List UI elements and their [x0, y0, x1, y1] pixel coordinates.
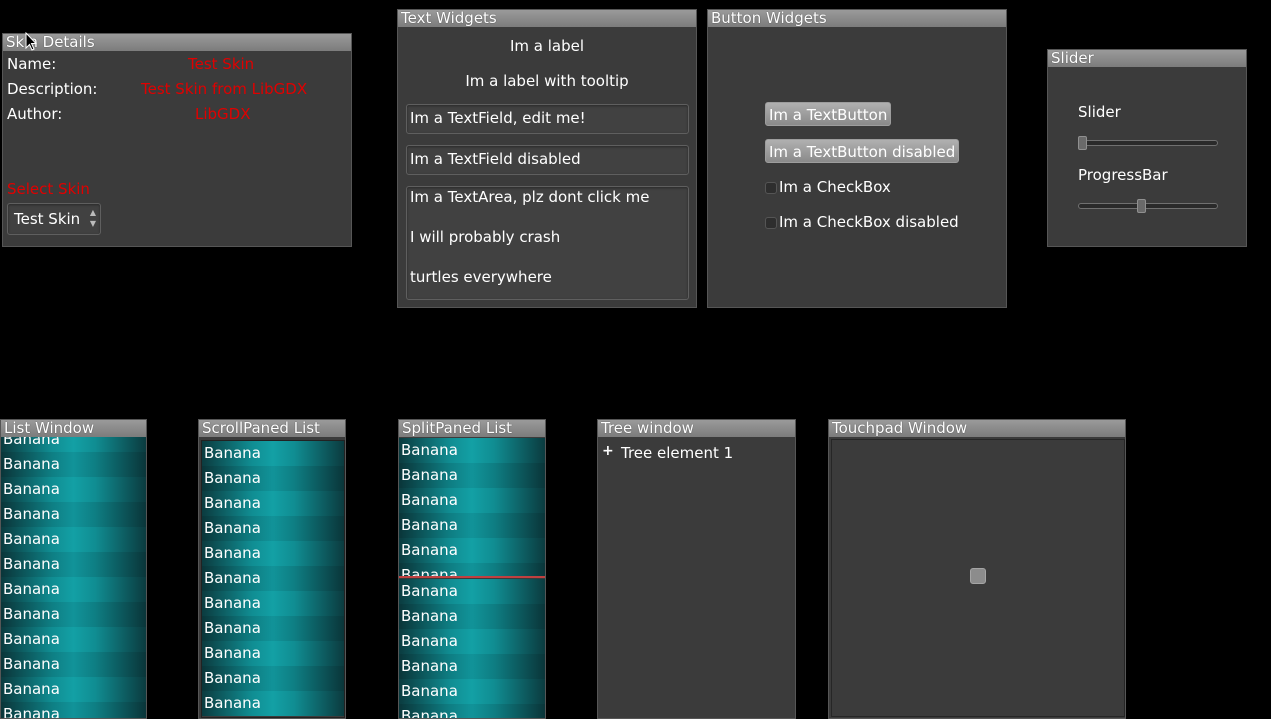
- tree-window-title[interactable]: Tree window: [598, 420, 795, 437]
- list-item[interactable]: Banana: [399, 563, 545, 576]
- touchpad-window-title[interactable]: Touchpad Window: [829, 420, 1125, 437]
- text-field[interactable]: Im a TextField, edit me!: [406, 104, 689, 134]
- checkbox-disabled-label: Im a CheckBox disabled: [779, 213, 959, 231]
- list-item[interactable]: Banana: [202, 566, 344, 591]
- touchpad[interactable]: [831, 439, 1125, 717]
- scrollpaned-list-window: ScrollPaned List Banana Banana Banana Banan…: [198, 419, 346, 719]
- list-window-title[interactable]: List Window: [1, 420, 146, 437]
- text-area-line: turtles everywhere: [410, 268, 552, 286]
- select-arrows-icon: ▲ ▼: [89, 208, 96, 228]
- slider-knob[interactable]: [1078, 136, 1087, 150]
- text-widgets-window: Text Widgets Im a label Im a label with …: [397, 9, 697, 308]
- list-item[interactable]: Banana: [1, 577, 146, 602]
- author-label: Author:: [7, 105, 63, 123]
- list-item[interactable]: Banana: [202, 441, 344, 466]
- progress-bar-track: [1078, 203, 1218, 209]
- list-item[interactable]: Banana: [399, 679, 545, 704]
- list-window-list[interactable]: Banana Banana Banana Banana Banana Banana Bana…: [1, 437, 146, 718]
- scrollpaned-list[interactable]: Banana Banana Banana Banana Banana Banana Bana…: [201, 440, 345, 718]
- list-item[interactable]: Banana: [202, 616, 344, 641]
- text-button[interactable]: Im a TextButton: [765, 102, 892, 126]
- slider-window-title[interactable]: Slider: [1048, 50, 1246, 67]
- progress-bar-label: ProgressBar: [1078, 166, 1168, 184]
- checkbox-label[interactable]: Im a CheckBox: [779, 178, 891, 196]
- list-item[interactable]: Banana: [399, 604, 545, 629]
- slider-track[interactable]: [1078, 140, 1218, 146]
- name-label: Name:: [7, 55, 57, 73]
- list-item[interactable]: Banana: [399, 538, 545, 563]
- list-item[interactable]: Banana: [202, 516, 344, 541]
- list-item[interactable]: Banana: [1, 677, 146, 702]
- text-area-line: I will probably crash: [410, 228, 561, 246]
- skin-select-box[interactable]: Test Skin ▲ ▼: [7, 203, 101, 235]
- list-item[interactable]: Banana: [399, 438, 545, 463]
- scrollpaned-list-title[interactable]: ScrollPaned List: [199, 420, 345, 437]
- list-item[interactable]: Banana: [1, 502, 146, 527]
- list-item[interactable]: Banana: [202, 466, 344, 491]
- name-value: Test Skin: [188, 55, 255, 73]
- tree-window: Tree window + Tree element 1: [597, 419, 796, 719]
- list-item[interactable]: Banana: [202, 666, 344, 691]
- list-item[interactable]: Banana: [399, 654, 545, 679]
- list-item[interactable]: Banana: [202, 691, 344, 716]
- text-area[interactable]: Im a TextArea, plz dont click me I will …: [406, 186, 689, 300]
- select-skin-label: Select Skin: [7, 180, 90, 198]
- checkbox-disabled-icon: [765, 217, 777, 229]
- splitpaned-list-window: SplitPaned List Banana Banana Banana Banana…: [398, 419, 546, 719]
- list-item[interactable]: Banana: [399, 704, 545, 718]
- skin-details-title[interactable]: Skin Details: [3, 34, 351, 51]
- list-item[interactable]: Banana: [1, 627, 146, 652]
- description-label: Description:: [7, 80, 98, 98]
- list-item[interactable]: Banana: [1, 527, 146, 552]
- list-item[interactable]: Banana: [1, 452, 146, 477]
- touchpad-knob[interactable]: [970, 568, 986, 584]
- list-window: List Window Banana Banana Banana Banana Bana…: [0, 419, 147, 719]
- tree-element[interactable]: Tree element 1: [621, 444, 733, 462]
- text-widgets-title[interactable]: Text Widgets: [398, 10, 696, 27]
- description-value: Test Skin from LibGDX: [141, 80, 308, 98]
- splitpaned-bottom-list[interactable]: Banana Banana Banana Banana Banana Banana: [399, 579, 545, 718]
- split-pane-divider[interactable]: [399, 576, 545, 578]
- skin-select-value: Test Skin: [14, 210, 81, 228]
- list-item[interactable]: Banana: [1, 437, 146, 452]
- list-item[interactable]: Banana: [202, 641, 344, 666]
- mouse-cursor-icon: [25, 32, 37, 51]
- expand-icon[interactable]: +: [602, 443, 614, 459]
- button-widgets-window: Button Widgets Im a TextButton Im a Text…: [707, 9, 1007, 308]
- touchpad-window: Touchpad Window: [828, 419, 1126, 719]
- text-area-line: Im a TextArea, plz dont click me: [410, 188, 650, 206]
- list-item[interactable]: Banana: [1, 702, 146, 718]
- author-value: LibGDX: [195, 105, 251, 123]
- splitpaned-top-list[interactable]: Banana Banana Banana Banana Banana Banana: [399, 438, 545, 576]
- button-widgets-title[interactable]: Button Widgets: [708, 10, 1006, 27]
- text-button-disabled: Im a TextButton disabled: [765, 139, 960, 163]
- list-item[interactable]: Banana: [399, 513, 545, 538]
- list-item[interactable]: Banana: [399, 463, 545, 488]
- progress-bar-knob: [1136, 199, 1146, 213]
- slider-label: Slider: [1078, 103, 1121, 121]
- list-item[interactable]: Banana: [1, 552, 146, 577]
- list-item[interactable]: Banana: [1, 602, 146, 627]
- label-with-tooltip[interactable]: Im a label with tooltip: [398, 72, 696, 90]
- splitpaned-list-title[interactable]: SplitPaned List: [399, 420, 545, 437]
- slider-window: Slider Slider ProgressBar: [1047, 49, 1247, 247]
- list-item[interactable]: Banana: [1, 652, 146, 677]
- label: Im a label: [509, 37, 585, 55]
- list-item[interactable]: Banana: [399, 488, 545, 513]
- list-item[interactable]: Banana: [399, 629, 545, 654]
- list-item[interactable]: Banana: [1, 477, 146, 502]
- list-item[interactable]: Banana: [202, 491, 344, 516]
- list-item[interactable]: Banana: [202, 541, 344, 566]
- skin-details-window: Skin Details Name: Test Skin Description…: [2, 33, 352, 247]
- text-field-disabled: Im a TextField disabled: [406, 145, 689, 175]
- list-item[interactable]: Banana: [399, 579, 545, 604]
- list-item[interactable]: Banana: [202, 591, 344, 616]
- checkbox-icon[interactable]: [765, 182, 777, 194]
